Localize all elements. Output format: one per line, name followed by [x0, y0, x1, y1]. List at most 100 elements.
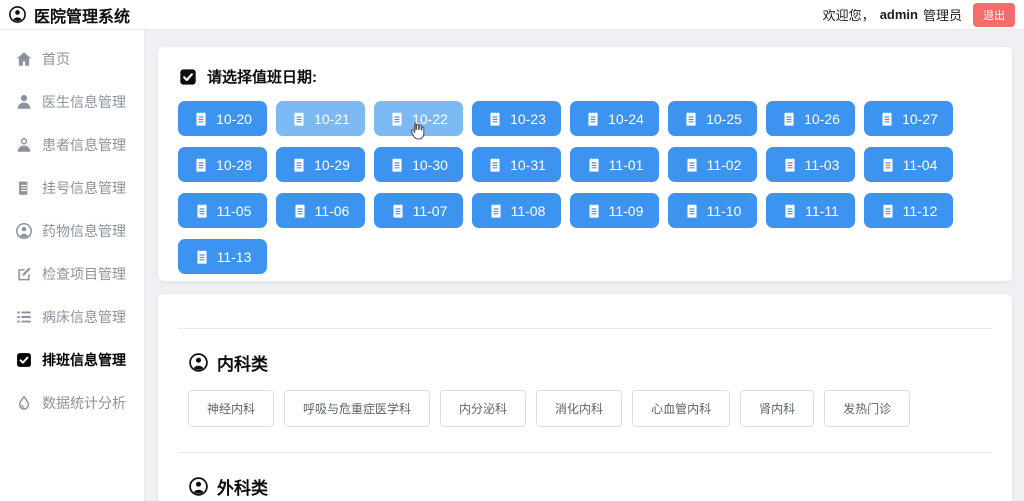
date-button-11-10[interactable]: 11-10 [668, 193, 757, 228]
date-label: 11-12 [903, 203, 938, 219]
sidebar-item-statistics[interactable]: 数据统计分析 [0, 381, 144, 424]
date-button-10-31[interactable]: 10-31 [472, 147, 561, 182]
date-button-10-23[interactable]: 10-23 [472, 101, 561, 136]
date-button-11-06[interactable]: 11-06 [276, 193, 365, 228]
date-button-11-12[interactable]: 11-12 [864, 193, 953, 228]
date-button-11-08[interactable]: 11-08 [472, 193, 561, 228]
calendar-doc-icon [880, 203, 896, 219]
sidebar-item-exam-items[interactable]: 检查项目管理 [0, 252, 144, 295]
home-icon [15, 50, 33, 68]
section-title: 内科类 [217, 350, 268, 375]
person-circle-icon [188, 352, 209, 373]
checkbox-icon [178, 67, 198, 87]
section-header: 内科类 [188, 350, 982, 375]
sidebar-item-label: 检查项目管理 [42, 264, 126, 284]
calendar-doc-icon [586, 157, 602, 173]
date-label: 10-24 [608, 111, 644, 127]
date-button-10-24[interactable]: 10-24 [570, 101, 659, 136]
date-prompt: 请选择值班日期: [178, 66, 994, 87]
date-label: 10-25 [706, 111, 742, 127]
date-label: 10-27 [902, 111, 938, 127]
sidebar-item-label: 排班信息管理 [42, 350, 126, 370]
calendar-doc-icon [193, 111, 209, 127]
date-grid: 10-20 10-21 10-22 10-23 10-24 10-25 10-26 10-27… [176, 101, 994, 274]
date-label: 11-01 [609, 157, 644, 173]
date-button-11-13[interactable]: 11-13 [178, 239, 267, 274]
stats-icon [15, 394, 33, 412]
calendar-doc-icon [683, 111, 699, 127]
date-button-10-29[interactable]: 10-29 [276, 147, 365, 182]
sidebar-item-schedule-info[interactable]: 排班信息管理 [0, 338, 144, 381]
calendar-doc-icon [684, 157, 700, 173]
calendar-doc-icon [390, 203, 406, 219]
exam-icon [15, 265, 33, 283]
date-button-11-07[interactable]: 11-07 [374, 193, 463, 228]
date-label: 11-04 [903, 157, 938, 173]
calendar-doc-icon [194, 249, 210, 265]
date-button-10-20[interactable]: 10-20 [178, 101, 267, 136]
user-area: 欢迎您， admin 管理员 退出 [823, 3, 1015, 27]
section-title: 外科类 [217, 474, 268, 499]
sidebar: 首页医生信息管理患者信息管理挂号信息管理药物信息管理检查项目管理病床信息管理排班… [0, 30, 145, 501]
department-button[interactable]: 神经内科 [188, 390, 274, 427]
date-label: 10-21 [314, 111, 350, 127]
date-button-10-27[interactable]: 10-27 [864, 101, 953, 136]
calendar-doc-icon [194, 203, 210, 219]
calendar-doc-icon [585, 111, 601, 127]
calendar-doc-icon [782, 157, 798, 173]
date-button-10-28[interactable]: 10-28 [178, 147, 267, 182]
calendar-doc-icon [488, 203, 504, 219]
date-button-11-09[interactable]: 11-09 [570, 193, 659, 228]
department-sections: 内科类神经内科呼吸与危重症医学科内分泌科消化内科心血管内科肾内科发热门诊外科类手… [158, 328, 1012, 501]
doctor-icon [15, 93, 33, 111]
date-label: 11-02 [707, 157, 742, 173]
date-button-10-25[interactable]: 10-25 [668, 101, 757, 136]
date-label: 10-26 [804, 111, 840, 127]
sidebar-item-home[interactable]: 首页 [0, 37, 144, 80]
section-header: 外科类 [188, 474, 982, 499]
department-button[interactable]: 心血管内科 [632, 390, 730, 427]
calendar-doc-icon [684, 203, 700, 219]
main-content: 请选择值班日期: 10-2010-2110-2210-2310-2410-251… [145, 30, 1024, 501]
date-button-11-03[interactable]: 11-03 [766, 147, 855, 182]
department-button[interactable]: 肾内科 [740, 390, 814, 427]
sidebar-item-patient-info[interactable]: 患者信息管理 [0, 123, 144, 166]
sidebar-item-bed-info[interactable]: 病床信息管理 [0, 295, 144, 338]
date-picker-card: 请选择值班日期: 10-2010-2110-2210-2310-2410-251… [158, 47, 1012, 281]
calendar-doc-icon [880, 157, 896, 173]
calendar-doc-icon [193, 157, 209, 173]
date-label: 11-06 [315, 203, 350, 219]
sidebar-item-label: 病床信息管理 [42, 307, 126, 327]
date-button-11-05[interactable]: 11-05 [178, 193, 267, 228]
date-button-11-11[interactable]: 11-11 [766, 193, 855, 228]
bed-list-icon [15, 308, 33, 326]
sidebar-item-label: 数据统计分析 [42, 393, 126, 413]
date-button-10-26[interactable]: 10-26 [766, 101, 855, 136]
date-button-10-30[interactable]: 10-30 [374, 147, 463, 182]
date-button-11-02[interactable]: 11-02 [668, 147, 757, 182]
logout-button[interactable]: 退出 [973, 3, 1015, 27]
date-label: 10-23 [510, 111, 546, 127]
sidebar-item-doctor-info[interactable]: 医生信息管理 [0, 80, 144, 123]
sidebar-item-label: 患者信息管理 [42, 135, 126, 155]
sidebar-item-medicine-info[interactable]: 药物信息管理 [0, 209, 144, 252]
sidebar-item-label: 首页 [42, 49, 70, 69]
app-brand: 医院管理系统 [8, 3, 130, 27]
date-label: 11-09 [609, 203, 644, 219]
date-label: 10-31 [510, 157, 546, 173]
department-button[interactable]: 内分泌科 [440, 390, 526, 427]
date-button-10-22[interactable]: 10-22 [374, 101, 463, 136]
calendar-doc-icon [782, 203, 798, 219]
patient-icon [15, 136, 33, 154]
sidebar-item-registration[interactable]: 挂号信息管理 [0, 166, 144, 209]
calendar-doc-icon [487, 157, 503, 173]
date-button-11-01[interactable]: 11-01 [570, 147, 659, 182]
date-button-11-04[interactable]: 11-04 [864, 147, 953, 182]
department-section-0: 内科类神经内科呼吸与危重症医学科内分泌科消化内科心血管内科肾内科发热门诊 [158, 329, 1012, 452]
date-button-10-21[interactable]: 10-21 [276, 101, 365, 136]
department-button[interactable]: 呼吸与危重症医学科 [284, 390, 430, 427]
department-button[interactable]: 发热门诊 [824, 390, 910, 427]
department-section-1: 外科类手足外科普通外科肛肠外科神经外科泌尿外科骨科烧伤整形外科 [158, 453, 1012, 501]
top-header: 医院管理系统 欢迎您， admin 管理员 退出 [0, 0, 1024, 30]
department-button[interactable]: 消化内科 [536, 390, 622, 427]
